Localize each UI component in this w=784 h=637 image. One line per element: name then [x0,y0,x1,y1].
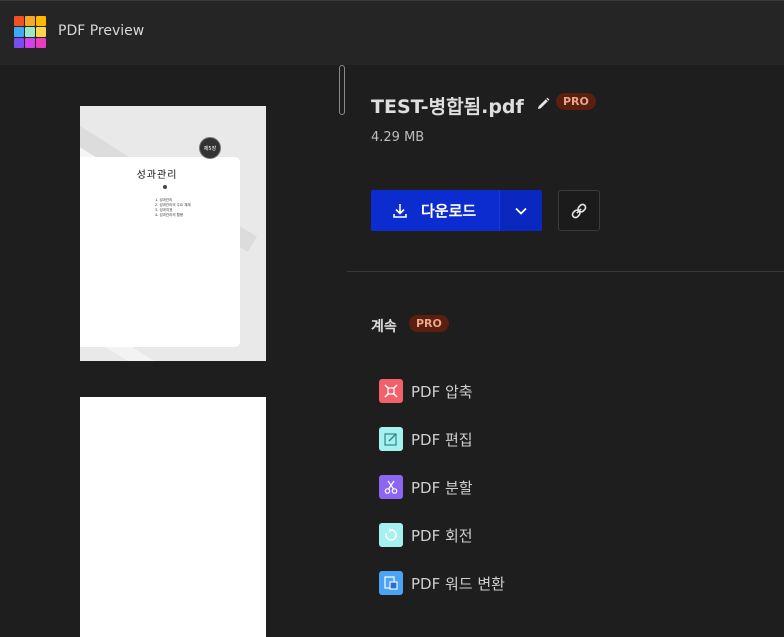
page-heading: 성과관리 [136,170,178,181]
app-header: PDF Preview [0,0,784,65]
file-detail-pane: TEST-병합됨.pdf PRO 4.29 MB 다운로드 계속 PRO PDF… [347,65,784,637]
tool-label: PDF 회전 [411,526,473,545]
link-icon [571,203,587,218]
tool-pdf-to-word[interactable]: PDF 워드 변환 [379,559,505,607]
compress-icon [379,379,403,403]
edit-icon [379,427,403,451]
continue-section-label: 계속 [371,319,397,335]
outline-line: 4. 성과관리의 활용 [155,213,184,217]
tool-label: PDF 분할 [411,478,473,497]
logo-tile [36,38,46,48]
tool-split-pdf[interactable]: PDF 분할 [379,463,505,511]
tool-compress-pdf[interactable]: PDF 압축 [379,367,505,415]
scissors-icon [379,475,403,499]
app-logo-icon [14,16,46,48]
page-content-card: 성과관리 1. 성과관리 2. 성과관리의 주요 체계 3. 성과지표 4. 성… [80,157,240,347]
logo-tile [36,16,46,26]
logo-tile [14,27,24,37]
file-name: TEST-병합됨.pdf [371,96,524,118]
page-thumbnail-1[interactable]: 성과관리 1. 성과관리 2. 성과관리의 주요 체계 3. 성과지표 4. 성… [80,106,266,361]
logo-tile [25,27,35,37]
pro-badge: PRO [409,315,449,332]
section-divider [347,271,784,272]
download-label: 다운로드 [421,202,477,220]
preview-scrollbar[interactable] [339,65,345,115]
copy-link-button[interactable] [558,190,600,231]
file-size: 4.29 MB [371,130,425,145]
rotate-icon [379,523,403,547]
chevron-down-icon [515,207,527,215]
logo-tile [14,16,24,26]
chapter-badge: 제5장 [199,137,221,159]
word-convert-icon [379,571,403,595]
tool-edit-pdf[interactable]: PDF 편집 [379,415,505,463]
download-icon [393,203,407,218]
download-button[interactable]: 다운로드 [371,190,499,231]
page-thumbnail-2[interactable] [80,397,266,637]
logo-tile [25,16,35,26]
download-options-button[interactable] [499,190,542,231]
tool-rotate-pdf[interactable]: PDF 회전 [379,511,505,559]
logo-tile [14,38,24,48]
logo-tile [25,38,35,48]
app-title: PDF Preview [58,23,145,39]
pro-badge: PRO [556,93,596,110]
page-outline: 1. 성과관리 2. 성과관리의 주요 체계 3. 성과지표 4. 성과관리의 … [155,198,191,218]
bullet-dot [163,185,167,189]
tool-label: PDF 워드 변환 [411,574,505,593]
tool-label: PDF 압축 [411,382,473,401]
pencil-icon[interactable] [535,96,551,112]
logo-tile [36,27,46,37]
tool-list: PDF 압축 PDF 편집 PDF 분할 PDF 회전 PDF 워드 변환 [379,367,505,607]
page-preview-pane[interactable]: 성과관리 1. 성과관리 2. 성과관리의 주요 체계 3. 성과지표 4. 성… [0,65,336,637]
tool-label: PDF 편집 [411,430,473,449]
